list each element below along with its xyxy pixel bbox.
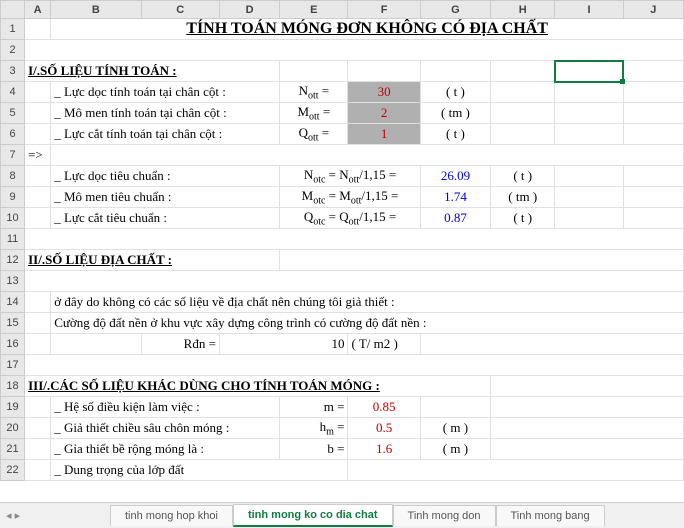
val-Nott[interactable]: 30	[348, 82, 420, 103]
row-10[interactable]: 10	[1, 208, 25, 229]
row-8[interactable]: 8	[1, 166, 25, 187]
active-cell-I3[interactable]	[555, 61, 623, 82]
spreadsheet-grid: A B C D E F G H I J 1 TÍNH TOÁN MÓNG ĐƠN…	[0, 0, 684, 481]
geo-note-2[interactable]: Cường độ đất nền ở khu vực xây dựng công…	[51, 313, 684, 334]
section-1[interactable]: I/.SỐ LIỆU TÍNH TOÁN :	[25, 61, 280, 82]
geo-note-1[interactable]: ở đây do không có các số liệu về địa chấ…	[51, 292, 684, 313]
val-hm[interactable]: 0.5	[348, 418, 420, 439]
tab-nav-icons[interactable]: ◂ ▸	[0, 509, 110, 522]
sheet-tabs: ◂ ▸ tinh mong hop khoi tinh mong ko co d…	[0, 502, 684, 528]
tab-4[interactable]: Tinh mong bang	[496, 505, 605, 526]
unit-Notc[interactable]: ( t )	[491, 166, 555, 187]
col-C[interactable]: C	[141, 1, 219, 19]
unit-Mott[interactable]: ( tm )	[420, 103, 490, 124]
unit-Qotc[interactable]: ( t )	[491, 208, 555, 229]
row-19[interactable]: 19	[1, 397, 25, 418]
row-13[interactable]: 13	[1, 271, 25, 292]
sym-Qott[interactable]: Qott =	[280, 124, 348, 145]
unit-Rdn[interactable]: ( T/ m2 )	[348, 334, 420, 355]
col-F[interactable]: F	[348, 1, 420, 19]
sym-m[interactable]: m =	[280, 397, 348, 418]
sym-b[interactable]: b =	[280, 439, 348, 460]
row-11[interactable]: 11	[1, 229, 25, 250]
val-Qotc[interactable]: 0.87	[420, 208, 490, 229]
unit-Nott[interactable]: ( t )	[420, 82, 490, 103]
col-G[interactable]: G	[420, 1, 490, 19]
row-7[interactable]: 7	[1, 145, 25, 166]
val-Notc[interactable]: 26.09	[420, 166, 490, 187]
col-H[interactable]: H	[491, 1, 555, 19]
tab-2-active[interactable]: tinh mong ko co dia chat	[233, 504, 393, 527]
row-21[interactable]: 21	[1, 439, 25, 460]
sym-Rdn[interactable]: Rđn =	[141, 334, 219, 355]
label-b[interactable]: _ Gỉa thiết bề rộng móng là :	[51, 439, 280, 460]
section-3[interactable]: III/.CÁC SỐ LIỆU KHÁC DÙNG CHO TÍNH TOÁN…	[25, 376, 491, 397]
unit-b[interactable]: ( m )	[420, 439, 490, 460]
val-m[interactable]: 0.85	[348, 397, 420, 418]
label-Nott[interactable]: _ Lực dọc tính toán tại chân cột :	[51, 82, 280, 103]
row-4[interactable]: 4	[1, 82, 25, 103]
label-Qotc[interactable]: _ Lực cắt tiêu chuẩn :	[51, 208, 280, 229]
row-6[interactable]: 6	[1, 124, 25, 145]
tab-3[interactable]: Tinh mong don	[393, 505, 496, 526]
sym-Mott[interactable]: Mott =	[280, 103, 348, 124]
row-16[interactable]: 16	[1, 334, 25, 355]
row-18[interactable]: 18	[1, 376, 25, 397]
row-9[interactable]: 9	[1, 187, 25, 208]
val-Qott[interactable]: 1	[348, 124, 420, 145]
row-5[interactable]: 5	[1, 103, 25, 124]
label-Qott[interactable]: _ Lực cắt tính toán tại chân cột :	[51, 124, 280, 145]
label-hm[interactable]: _ Giả thiết chiều sâu chôn móng :	[51, 418, 280, 439]
row-12[interactable]: 12	[1, 250, 25, 271]
val-b[interactable]: 1.6	[348, 439, 420, 460]
row-3[interactable]: 3	[1, 61, 25, 82]
unit-hm[interactable]: ( m )	[420, 418, 490, 439]
col-J[interactable]: J	[623, 1, 683, 19]
arrow[interactable]: =>	[25, 145, 51, 166]
val-Rdn[interactable]: 10	[219, 334, 348, 355]
unit-Qott[interactable]: ( t )	[420, 124, 490, 145]
col-D[interactable]: D	[219, 1, 279, 19]
label-Motc[interactable]: _ Mô men tiêu chuẩn :	[51, 187, 280, 208]
sym-Nott[interactable]: Nott =	[280, 82, 348, 103]
label-Mott[interactable]: _ Mô men tính toán tại chân cột :	[51, 103, 280, 124]
row-1[interactable]: 1	[1, 19, 25, 40]
sym-Notc[interactable]: Notc = Nott/1,15 =	[280, 166, 421, 187]
row-2[interactable]: 2	[1, 40, 25, 61]
col-B[interactable]: B	[51, 1, 141, 19]
row-22[interactable]: 22	[1, 460, 25, 481]
section-2[interactable]: II/.SỐ LIỆU ĐỊA CHẤT :	[25, 250, 280, 271]
sym-Motc[interactable]: Motc = Mott/1,15 =	[280, 187, 421, 208]
label-Notc[interactable]: _ Lực dọc tiêu chuẩn :	[51, 166, 280, 187]
val-Mott[interactable]: 2	[348, 103, 420, 124]
sym-hm[interactable]: hm =	[280, 418, 348, 439]
row-20[interactable]: 20	[1, 418, 25, 439]
row-15[interactable]: 15	[1, 313, 25, 334]
col-A[interactable]: A	[25, 1, 51, 19]
page-title[interactable]: TÍNH TOÁN MÓNG ĐƠN KHÔNG CÓ ĐỊA CHẤT	[51, 19, 684, 40]
row-17[interactable]: 17	[1, 355, 25, 376]
sym-Qotc[interactable]: Qotc = Qott/1,15 =	[280, 208, 421, 229]
tab-1[interactable]: tinh mong hop khoi	[110, 505, 233, 526]
corner[interactable]	[1, 1, 25, 19]
label-soil[interactable]: _ Dung trọng của lớp đất	[51, 460, 348, 481]
col-I[interactable]: I	[555, 1, 623, 19]
row-14[interactable]: 14	[1, 292, 25, 313]
label-m[interactable]: _ Hệ số điều kiện làm việc :	[51, 397, 280, 418]
col-E[interactable]: E	[280, 1, 348, 19]
unit-m[interactable]	[420, 397, 490, 418]
val-Motc[interactable]: 1.74	[420, 187, 490, 208]
col-header-row: A B C D E F G H I J	[1, 1, 684, 19]
unit-Motc[interactable]: ( tm )	[491, 187, 555, 208]
